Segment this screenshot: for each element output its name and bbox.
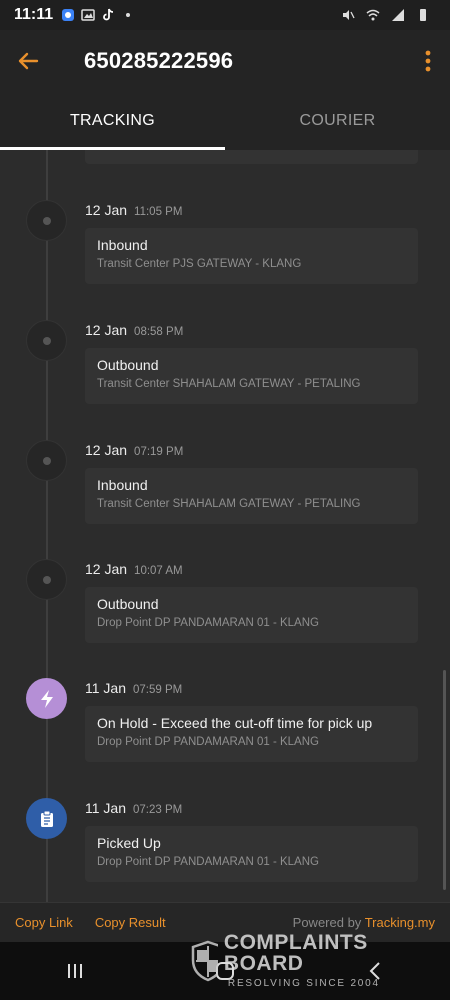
event-card: Inbound Transit Center SHAHALAM GATEWAY … <box>85 468 418 524</box>
timeline-entry: 12 Jan 08:58 PM Outbound Transit Center S… <box>0 320 450 440</box>
event-status: Picked Up <box>97 835 161 851</box>
event-date: 12 Jan <box>85 561 128 577</box>
event-date: 11 Jan <box>85 800 126 816</box>
battery-icon <box>416 8 430 22</box>
event-location: Transit Center SHAHALAM GATEWAY - PETALI… <box>97 498 361 510</box>
timeline-entry: 11 Jan 07:23 PM Picked Up Drop Point DP P… <box>0 798 450 902</box>
recent-apps-button[interactable] <box>55 951 95 991</box>
complaintsboard-watermark: COMPLAINTS BOARD RESOLVING SINCE 2004 <box>190 932 410 989</box>
tiktok-icon <box>101 8 115 22</box>
event-location: Drop Point DP PANDAMARAN 01 - KLANG <box>97 856 319 868</box>
gallery-icon <box>81 8 95 22</box>
timeline-entry: 12 Jan 11:05 PM Inbound Transit Center PJ… <box>0 200 450 320</box>
event-card: Outbound Drop Point DP PANDAMARAN 01 - K… <box>85 587 418 643</box>
event-location: Drop Point DP PANDAMARAN 01 - KLANG <box>97 736 319 748</box>
event-status: Outbound <box>97 596 159 612</box>
event-time: 10:07 AM <box>134 565 183 577</box>
timeline-entry: 12 Jan 07:19 PM Inbound Transit Center SH… <box>0 440 450 560</box>
timeline-dot-icon <box>26 559 67 600</box>
event-status: On Hold - Exceed the cut-off time for pi… <box>97 715 373 731</box>
lightning-icon <box>26 678 67 719</box>
tracking-my-link[interactable]: Tracking.my <box>365 915 435 930</box>
event-date: 12 Jan <box>85 202 128 218</box>
event-status: Inbound <box>97 477 148 493</box>
more-vertical-icon <box>425 50 431 72</box>
status-bar: 11:11 <box>0 0 450 30</box>
wifi-icon <box>366 8 380 22</box>
timeline-dot-icon <box>26 440 67 481</box>
back-button[interactable] <box>0 30 56 92</box>
event-card: On Hold - Exceed the cut-off time for pi… <box>85 706 418 762</box>
event-location: Transit Center PJS GATEWAY - KLANG <box>97 258 302 270</box>
timeline-card-partial <box>85 150 418 164</box>
event-date: 12 Jan <box>85 442 128 458</box>
event-card: Picked Up Drop Point DP PANDAMARAN 01 - … <box>85 826 418 882</box>
powered-by-text: Powered by Tracking.my <box>293 915 435 930</box>
timeline-dot-icon <box>26 200 67 241</box>
event-date: 11 Jan <box>85 680 126 696</box>
watermark-line3: RESOLVING SINCE 2004 <box>227 978 380 989</box>
tab-bar: TRACKING COURIER <box>0 92 450 150</box>
recent-apps-icon <box>68 964 82 978</box>
timeline-entry: 12 Jan 10:07 AM Outbound Drop Point DP PA… <box>0 559 450 679</box>
tab-courier[interactable]: COURIER <box>225 92 450 150</box>
event-status: Outbound <box>97 357 159 373</box>
mute-icon <box>341 8 355 22</box>
event-location: Drop Point DP PANDAMARAN 01 - KLANG <box>97 617 319 629</box>
event-time: 11:05 PM <box>134 206 183 218</box>
copy-link-button[interactable]: Copy Link <box>15 915 73 930</box>
app-bar: 650285222596 <box>0 30 450 92</box>
overflow-menu-button[interactable] <box>406 30 450 92</box>
event-time: 07:59 PM <box>133 684 183 696</box>
arrow-left-icon <box>18 52 39 70</box>
status-time: 11:11 <box>14 6 54 23</box>
app-notification-icon <box>61 8 75 22</box>
event-location: Transit Center SHAHALAM GATEWAY - PETALI… <box>97 378 361 390</box>
shield-logo-icon <box>191 940 218 982</box>
event-time: 07:23 PM <box>133 804 183 816</box>
tracking-number-title: 650285222596 <box>84 48 234 73</box>
event-date: 12 Jan <box>85 322 128 338</box>
tab-tracking[interactable]: TRACKING <box>0 92 225 150</box>
event-card: Inbound Transit Center PJS GATEWAY - KLA… <box>85 228 418 284</box>
timeline-dot-icon <box>26 320 67 361</box>
watermark-line1: COMPLAINTS <box>223 931 368 954</box>
event-time: 07:19 PM <box>134 446 184 458</box>
timeline-entry: 11 Jan 07:59 PM On Hold - Exceed the cut-… <box>0 678 450 798</box>
signal-icon <box>391 8 405 22</box>
tracking-timeline[interactable]: 12 Jan 11:05 PM Inbound Transit Center PJ… <box>0 150 450 902</box>
scrollbar[interactable] <box>443 670 446 890</box>
notification-dot-icon <box>121 8 135 22</box>
event-card: Outbound Transit Center SHAHALAM GATEWAY… <box>85 348 418 404</box>
event-time: 08:58 PM <box>134 326 184 338</box>
copy-result-button[interactable]: Copy Result <box>95 915 166 930</box>
event-status: Inbound <box>97 237 148 253</box>
powered-by-label: Powered by <box>292 915 365 930</box>
watermark-line2: BOARD <box>223 952 304 975</box>
clipboard-icon <box>26 798 67 839</box>
